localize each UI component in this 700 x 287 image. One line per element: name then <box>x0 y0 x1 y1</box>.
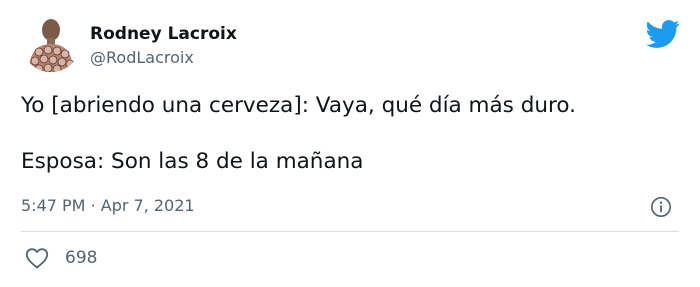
tweet-date: Apr 7, 2021 <box>100 196 195 215</box>
divider <box>21 231 679 232</box>
like-button[interactable]: 698 <box>25 247 97 269</box>
meta-separator: · <box>90 196 96 215</box>
author-handle[interactable]: @RodLacroix <box>90 48 194 68</box>
avatar[interactable] <box>21 12 81 72</box>
twitter-bird-icon[interactable] <box>646 17 680 51</box>
tweet-line: Yo [abriendo una cerveza]: Vaya, qué día… <box>21 93 576 118</box>
tweet-line: Esposa: Son las 8 de la mañana <box>21 149 364 174</box>
tweet-card: Rodney Lacroix @RodLacroix Yo [abriendo … <box>0 0 700 287</box>
info-icon[interactable] <box>650 196 672 218</box>
tweet-text: Yo [abriendo una cerveza]: Vaya, qué día… <box>21 92 681 176</box>
tweet-time: 5:47 PM <box>21 196 86 215</box>
avatar-photo-icon <box>21 12 81 72</box>
heart-icon <box>25 248 49 269</box>
like-count: 698 <box>65 248 98 268</box>
author-name[interactable]: Rodney Lacroix <box>90 24 237 44</box>
tweet-timestamp[interactable]: 5:47 PM · Apr 7, 2021 <box>21 196 195 216</box>
